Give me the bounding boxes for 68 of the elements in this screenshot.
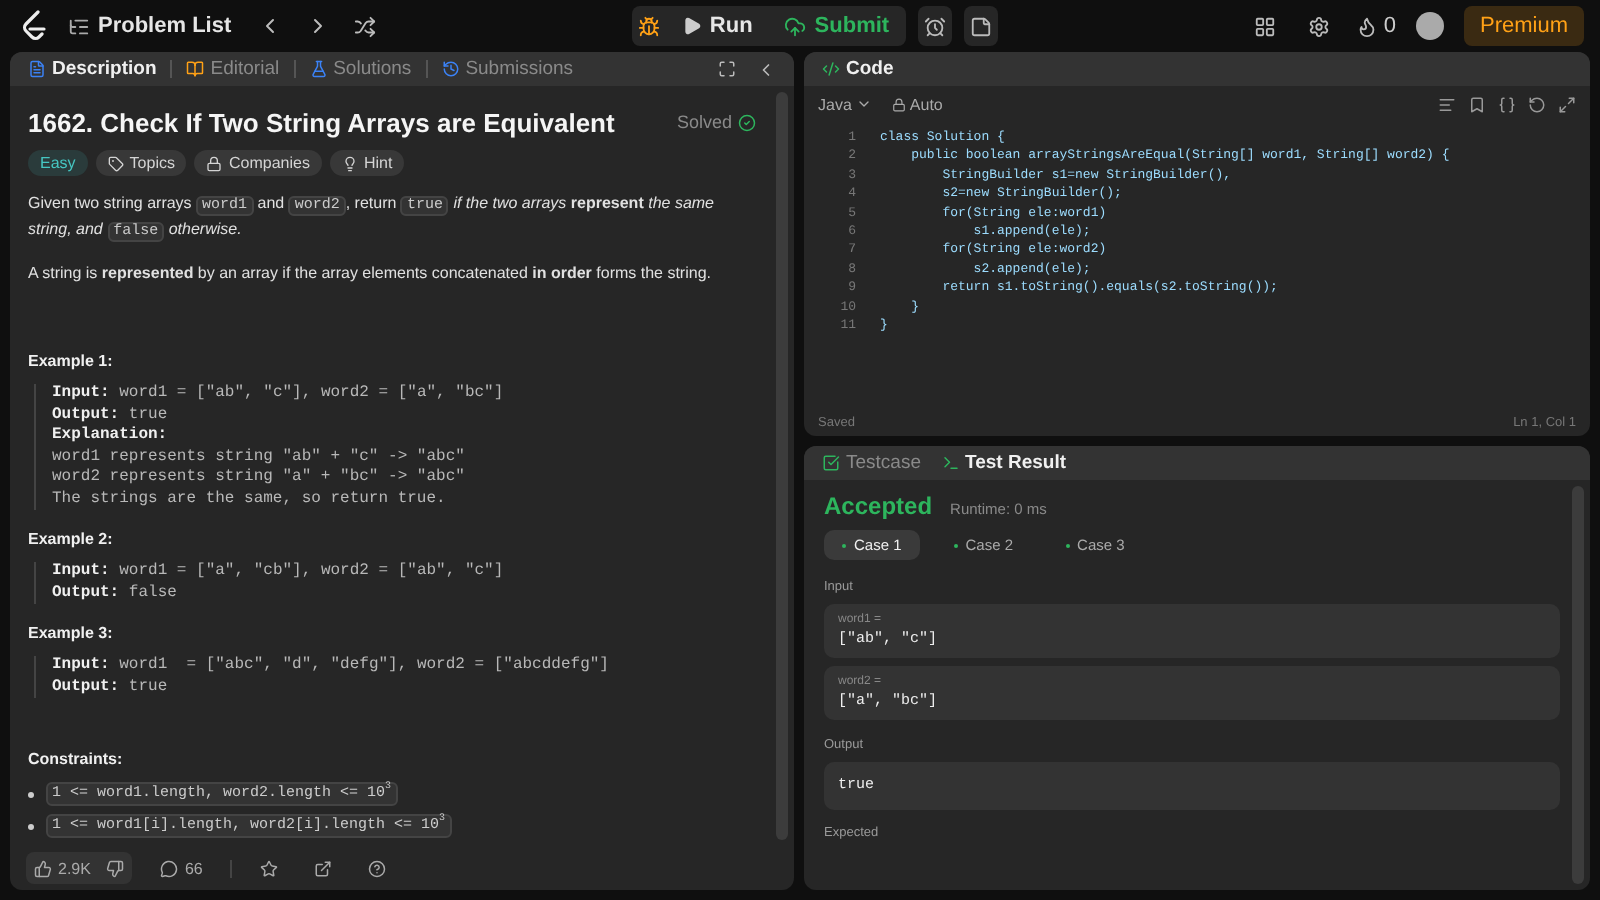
check-circle-icon [738,113,756,131]
logo[interactable] [20,10,48,42]
flame-icon[interactable] [1355,15,1378,37]
streak-count: 0 [1383,14,1396,38]
panel-tab[interactable]: Testcase [816,452,927,474]
reset-icon[interactable] [1528,95,1546,113]
submit-button[interactable]: Submit [768,6,906,46]
run-button[interactable]: Run [665,6,769,46]
example-title: Example 1: [28,352,115,370]
document-icon [28,60,46,78]
example-line: Output: true [52,405,170,426]
flask-icon [309,60,328,78]
bullet-dot [28,823,34,829]
description-paragraph: A string is represented by an array if the array elements concatenated in order forms the string. [28,262,713,286]
difficulty-label: Easy [28,150,88,176]
play-icon [681,16,702,36]
tag-chip[interactable]: Companies [194,150,322,176]
cloud-upload-icon [784,15,807,37]
panel-tab[interactable]: Editorial [180,58,286,80]
comment-icon [160,859,179,877]
example-line: Input: word1 = ["ab", "c"], word2 = ["a", "bc"] [52,384,506,405]
bookmark-icon[interactable] [1468,95,1486,113]
panel-tab[interactable]: Solutions [303,58,418,80]
example-line: word1 represents string "ab" + "c" -> "abc" [52,447,467,468]
alarm-clock-icon[interactable] [917,6,952,46]
code-tab[interactable]: Code [816,58,900,80]
comments-button[interactable]: 66 [152,859,211,877]
panel-tab[interactable]: Description [22,58,163,80]
scrollbar[interactable] [1572,486,1584,884]
auto-mode-button[interactable]: Auto [891,95,943,113]
panel-tab[interactable]: Test Result [935,452,1073,474]
lock-icon [206,155,223,171]
tag-chip[interactable]: Hint [329,150,405,176]
expand-icon[interactable] [1558,95,1576,113]
checkbox-icon [822,454,840,472]
problem-title: 1662. Check If Two String Arrays are Equivalent [28,107,615,137]
history-icon [441,60,460,78]
example-line: Output: false [52,583,179,604]
format-icon[interactable] [1438,95,1456,113]
avatar[interactable] [1415,12,1444,40]
terminal-icon [941,454,959,472]
bullet-dot [28,791,34,797]
code-icon [822,60,840,78]
language-dropdown[interactable]: Java [818,95,872,113]
example-line: Input: word1 = ["abc", "d", "defg"], word2 = ["abcddefg"] [52,656,611,677]
note-icon[interactable] [963,6,998,46]
list-icon [68,15,90,37]
example-line: word2 represents string "a" + "bc" -> "abc" [52,468,467,489]
chevron-down-icon [855,96,872,112]
example-line: Input: word1 = ["a", "cb"], word2 = ["ab", "c"] [52,562,506,583]
example-title: Example 3: [28,624,115,642]
tag-icon [107,155,124,171]
thumbs-up-icon [34,859,52,877]
panel-tab[interactable]: Submissions [435,58,580,80]
problem-list-button[interactable]: Problem List [60,10,240,42]
lock-icon [891,97,906,111]
example-line: Explanation: [52,426,170,447]
braces-icon[interactable] [1498,95,1516,113]
premium-button[interactable]: Premium [1463,6,1584,46]
constraints-title: Constraints: [28,750,125,768]
verdict-text: Accepted [824,492,933,520]
example-line: The strings are the same, so return true. [52,489,448,510]
book-icon [186,60,205,78]
tag-chip[interactable]: Topics [95,150,187,176]
solved-status: Solved [676,112,732,132]
lightbulb-icon [341,155,358,171]
example-title: Example 2: [28,530,115,548]
example-line: Output: true [52,677,170,698]
